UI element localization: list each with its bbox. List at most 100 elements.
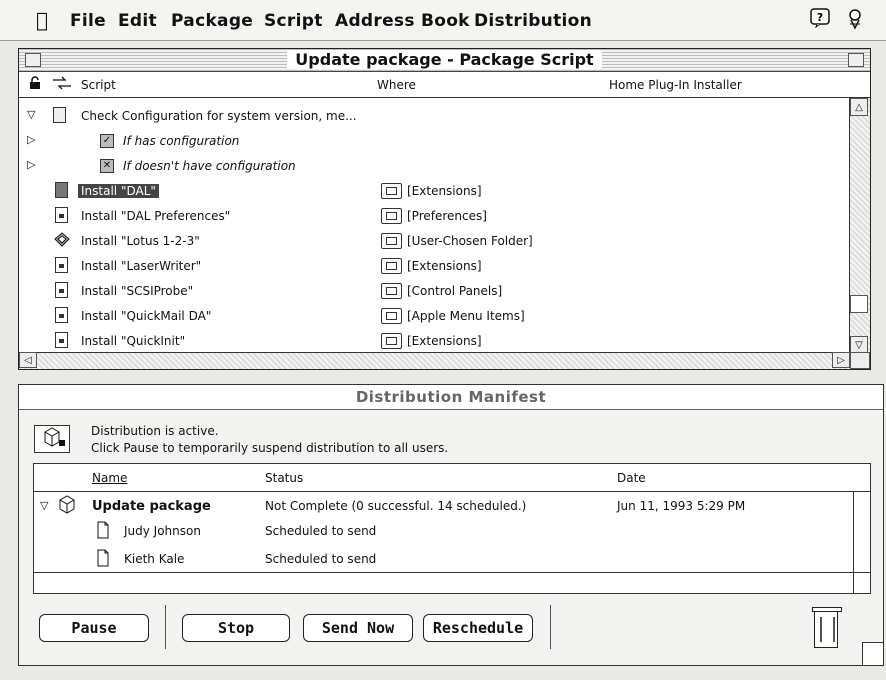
destination-folder: [Extensions] xyxy=(407,334,482,348)
folder-icon xyxy=(381,308,402,324)
application-menu-icon[interactable] xyxy=(846,8,864,35)
disclosure-closed-icon[interactable]: ▷ xyxy=(27,158,35,171)
scroll-thumb[interactable] xyxy=(850,295,868,313)
manifest-title[interactable]: Distribution Manifest xyxy=(19,385,883,410)
application-icon xyxy=(53,231,71,249)
reschedule-button[interactable]: Reschedule xyxy=(423,614,533,642)
grow-box[interactable] xyxy=(862,642,883,665)
destination-folder: [Extensions] xyxy=(407,184,482,198)
column-name[interactable]: Name xyxy=(92,471,127,485)
script-step-name: If has configuration xyxy=(123,134,240,148)
scroll-left-arrow-icon[interactable]: ◁ xyxy=(19,352,37,368)
help-balloon-icon[interactable]: ? xyxy=(810,8,830,33)
destination-folder: [Apple Menu Items] xyxy=(407,309,525,323)
package-status: Not Complete (0 successful. 14 scheduled… xyxy=(265,499,527,513)
installer-document-icon xyxy=(55,182,68,198)
button-divider xyxy=(165,605,166,649)
list-item[interactable]: Install "Lotus 1-2-3" [User-Chosen Folde… xyxy=(19,228,850,253)
list-item[interactable]: Install "SCSIProbe" [Control Panels] xyxy=(19,278,850,303)
distribution-manifest-window: Distribution Manifest Distribution is ac… xyxy=(18,384,884,666)
script-step-name: Install "QuickInit" xyxy=(81,334,186,348)
folder-icon xyxy=(381,208,402,224)
script-step-name: Check Configuration for system version, … xyxy=(81,109,357,123)
folder-icon xyxy=(381,233,402,249)
window-title-bar[interactable]: Update package - Package Script xyxy=(19,49,870,72)
destination-folder: [User-Chosen Folder] xyxy=(407,234,533,248)
column-where[interactable]: Where xyxy=(377,78,416,92)
recipient-name: Judy Johnson xyxy=(124,524,201,538)
manifest-table: Name Status Date ▽ Update package Not Co… xyxy=(33,463,871,594)
script-step-name: If doesn't have configuration xyxy=(123,159,296,173)
status-hint: Click Pause to temporarily suspend distr… xyxy=(91,441,449,455)
column-script[interactable]: Script xyxy=(81,78,116,92)
recipient-name: Kieth Kale xyxy=(124,552,185,566)
distribution-active-icon xyxy=(34,425,70,453)
scroll-right-arrow-icon[interactable]: ▷ xyxy=(832,352,850,368)
list-item[interactable]: Install "QuickMail DA" [Apple Menu Items… xyxy=(19,303,850,328)
recipient-status: Scheduled to send xyxy=(265,524,377,538)
recipient-icon xyxy=(96,521,110,542)
column-date[interactable]: Date xyxy=(617,471,646,485)
script-step-name: Install "DAL" xyxy=(78,184,159,198)
list-item[interactable]: ▷ ✕ If doesn't have configuration xyxy=(19,153,850,178)
script-step-name: Install "LaserWriter" xyxy=(81,259,202,273)
recipient-status: Scheduled to send xyxy=(265,552,377,566)
vertical-scrollbar[interactable]: △ ▽ xyxy=(849,98,870,354)
folder-icon xyxy=(381,258,402,274)
menu-script[interactable]: Script xyxy=(264,11,323,31)
disclosure-open-icon[interactable]: ▽ xyxy=(27,108,35,121)
configuration-icon xyxy=(53,107,66,123)
window-title: Update package - Package Script xyxy=(287,50,602,69)
package-script-window: Update package - Package Script Script W… xyxy=(18,48,871,370)
horizontal-scrollbar[interactable]: ◁ ▷ xyxy=(19,352,850,369)
lock-icon[interactable] xyxy=(29,76,41,93)
package-name: Update package xyxy=(92,499,211,514)
column-installer[interactable]: Home Plug-In Installer xyxy=(609,78,742,92)
status-message: Distribution is active. xyxy=(91,424,219,438)
button-divider xyxy=(550,605,551,649)
menu-file[interactable]: File xyxy=(70,11,106,31)
menu-address-book[interactable]: Address Book xyxy=(335,11,470,31)
table-bottom-divider xyxy=(34,572,870,573)
column-status[interactable]: Status xyxy=(265,471,303,485)
package-icon xyxy=(58,495,76,518)
list-item[interactable]: Install "DAL Preferences" [Preferences] xyxy=(19,203,850,228)
menu-edit[interactable]: Edit xyxy=(118,11,157,31)
table-scrollbar-edge xyxy=(853,492,854,594)
menu-package[interactable]: Package xyxy=(171,11,253,31)
installer-document-icon xyxy=(55,257,68,273)
list-item[interactable]: ▽ Check Configuration for system version… xyxy=(19,103,850,128)
script-step-name: Install "DAL Preferences" xyxy=(81,209,231,223)
zoom-box[interactable] xyxy=(848,53,864,67)
svg-text:?: ? xyxy=(817,11,823,24)
grow-box[interactable] xyxy=(850,352,870,369)
script-list: ▽ Check Configuration for system version… xyxy=(19,98,850,354)
trash-icon[interactable] xyxy=(812,607,842,648)
stop-button[interactable]: Stop xyxy=(182,614,290,642)
send-now-button[interactable]: Send Now xyxy=(303,614,413,642)
folder-icon xyxy=(381,183,402,199)
menu-bar:  File Edit Package Script Address Book … xyxy=(0,0,886,41)
list-item[interactable]: Install "QuickInit" [Extensions] xyxy=(19,328,850,353)
folder-icon xyxy=(381,283,402,299)
apple-menu-icon[interactable]:  xyxy=(36,8,48,32)
installer-document-icon xyxy=(55,207,68,223)
destination-folder: [Preferences] xyxy=(407,209,487,223)
installer-document-icon xyxy=(55,332,68,348)
recipient-icon xyxy=(96,549,110,570)
header-divider xyxy=(34,491,870,492)
list-item[interactable]: Install "DAL" [Extensions] xyxy=(19,178,850,203)
column-header: Script Where Home Plug-In Installer xyxy=(19,72,870,98)
crossed-condition-icon: ✕ xyxy=(100,159,114,173)
sort-arrows-icon[interactable] xyxy=(51,76,73,93)
disclosure-open-icon[interactable]: ▽ xyxy=(40,499,48,512)
list-item[interactable]: ▷ ✓ If has configuration xyxy=(19,128,850,153)
installer-document-icon xyxy=(55,282,68,298)
list-item[interactable]: Install "LaserWriter" [Extensions] xyxy=(19,253,850,278)
disclosure-closed-icon[interactable]: ▷ xyxy=(27,133,35,146)
checked-condition-icon: ✓ xyxy=(100,134,114,148)
scroll-up-arrow-icon[interactable]: △ xyxy=(850,98,868,116)
pause-button[interactable]: Pause xyxy=(39,614,149,642)
package-date: Jun 11, 1993 5:29 PM xyxy=(617,499,746,513)
menu-distribution[interactable]: Distribution xyxy=(474,11,592,31)
